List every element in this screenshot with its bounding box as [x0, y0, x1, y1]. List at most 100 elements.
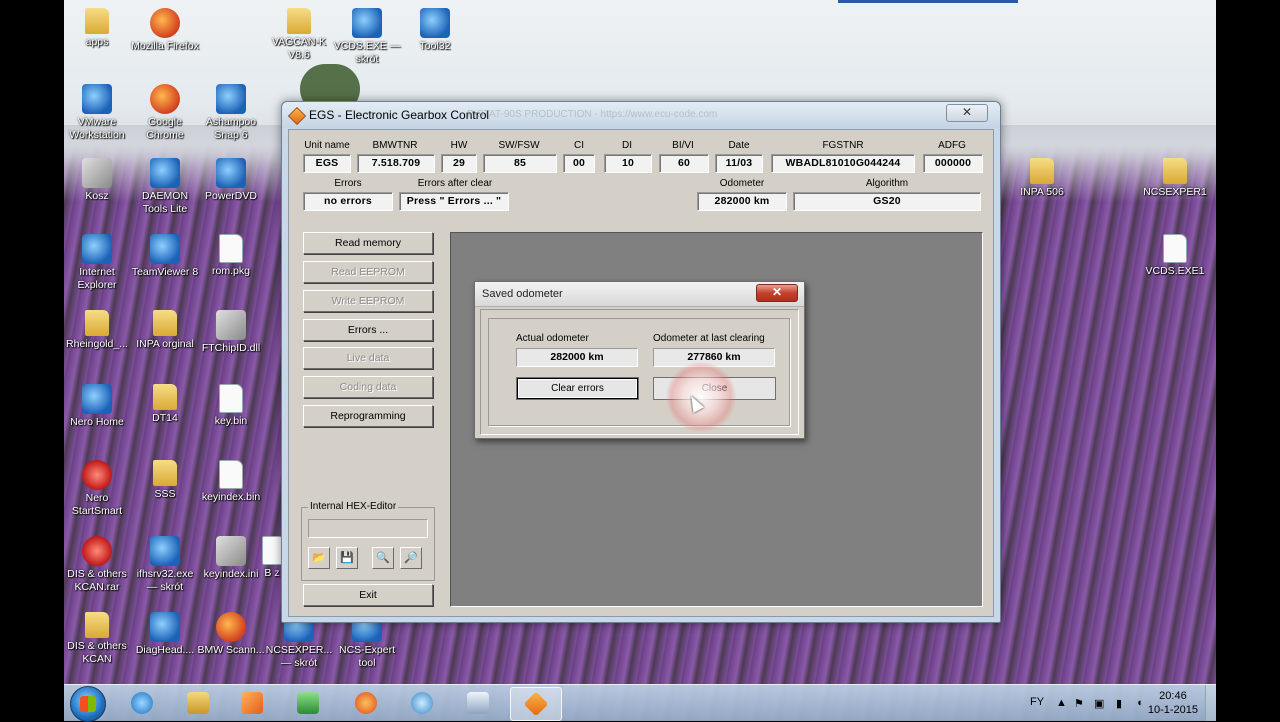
file-icon	[219, 460, 243, 489]
dialog-title: Saved odometer	[482, 288, 563, 300]
desktop-icon-label: NCSEXPER... — skrót	[265, 644, 333, 669]
desktop-icon[interactable]: Kosz	[62, 158, 132, 203]
taskbar-network[interactable]	[400, 687, 444, 719]
system-tray: FY ▲ ⚑ ▣ ▮ ◖ 20:46 10-1-2015	[1016, 685, 1216, 721]
desktop-icon[interactable]: Google Chrome	[130, 84, 200, 142]
label-hw: HW	[450, 140, 468, 151]
egs-app-icon	[287, 106, 307, 126]
desktop-icon-label: DIS & others KCAN.rar	[67, 568, 127, 593]
clear-errors-button[interactable]: Clear errors	[516, 377, 639, 400]
errors-button[interactable]: Errors ...	[303, 319, 433, 341]
save-icon[interactable]: 💾	[336, 547, 358, 569]
desktop-icon[interactable]: FTChipID.dll	[196, 310, 266, 355]
desktop-icon-label: INPA 506	[1020, 186, 1064, 198]
egs-titlebar[interactable]: EGS - Electronic Gearbox Control P-STAT-…	[282, 102, 1000, 128]
file-icon	[219, 384, 243, 413]
windows-logo-icon	[80, 696, 96, 712]
taskbar-egs[interactable]	[510, 687, 562, 721]
desktop-icon[interactable]: VCDS.EXE — skrót	[332, 8, 402, 66]
desktop-icon[interactable]: Nero Home	[62, 384, 132, 429]
show-desktop-button[interactable]	[1205, 685, 1216, 721]
blue-icon	[82, 384, 112, 414]
desktop-icon[interactable]: apps	[62, 8, 132, 49]
desktop-icon[interactable]: BMW Scann...	[196, 612, 266, 657]
desktop-icon[interactable]: B z	[262, 536, 286, 580]
desktop-icon[interactable]: VAGCAN-K V8.6	[264, 8, 334, 62]
live-data-button[interactable]: Live data	[303, 347, 433, 369]
desktop-icon[interactable]: VMware Workstation	[62, 84, 132, 142]
desktop-icon-label: apps	[85, 36, 109, 48]
dialog-body: Actual odometer 282000 km Odometer at la…	[480, 309, 799, 435]
desktop-icon[interactable]: Nero StartSmart	[62, 460, 132, 518]
desktop-icon[interactable]: Ashampoo Snap 6	[196, 84, 266, 142]
write-eeprom-button[interactable]: Write EEPROM	[303, 290, 433, 312]
language-indicator[interactable]: FY	[1030, 696, 1044, 708]
blue-icon	[420, 8, 450, 38]
desktop-icon[interactable]: TeamViewer 8	[130, 234, 200, 279]
exit-button[interactable]: Exit	[303, 584, 433, 606]
read-eeprom-button[interactable]: Read EEPROM	[303, 261, 433, 283]
desktop-icon-label: Google Chrome	[146, 116, 184, 141]
taskbar-internet-explorer[interactable]	[120, 687, 164, 719]
red-icon	[82, 536, 112, 566]
desktop-icon[interactable]: Rheingold_...	[62, 310, 132, 351]
letterbox-right	[1216, 0, 1280, 720]
desktop-icon[interactable]: ifhsrv32.exe — skrót	[130, 536, 200, 594]
last-clearing-label: Odometer at last clearing	[653, 333, 765, 344]
dialog-titlebar[interactable]: Saved odometer ✕	[475, 282, 804, 307]
clock[interactable]: 20:46 10-1-2015	[1148, 689, 1198, 717]
taskbar-firefox[interactable]	[344, 687, 388, 719]
desktop-icon[interactable]: NCSEXPER1	[1140, 158, 1210, 199]
coding-data-button[interactable]: Coding data	[303, 376, 433, 398]
desktop-icon[interactable]: VCDS.EXE1	[1140, 234, 1210, 278]
open-folder-icon[interactable]: 📂	[308, 547, 330, 569]
field-date: 11/03	[715, 154, 763, 173]
label-errors: Errors	[334, 178, 362, 189]
taskbar-keyboard[interactable]	[456, 687, 500, 719]
desktop-icon[interactable]: key.bin	[196, 384, 266, 428]
folder-icon	[153, 310, 177, 336]
desktop-icon[interactable]: keyindex.ini	[196, 536, 266, 581]
desktop-icon[interactable]: DT14	[130, 384, 200, 425]
volume-icon[interactable]: ◖	[1136, 697, 1143, 709]
desktop-icon[interactable]: DIS & others KCAN.rar	[62, 536, 132, 594]
desktop-icon[interactable]: keyindex.bin	[196, 460, 266, 504]
reprogramming-button[interactable]: Reprogramming	[303, 405, 433, 427]
red-icon	[82, 460, 112, 490]
blue-icon	[150, 234, 180, 264]
read-memory-button[interactable]: Read memory	[303, 232, 433, 254]
desktop-icon[interactable]: Mozilla Firefox	[130, 8, 200, 53]
dialog-close-icon[interactable]: ✕	[756, 284, 798, 302]
desktop-icon[interactable]: rom.pkg	[196, 234, 266, 278]
tray-expand-icon[interactable]: ▲	[1056, 697, 1067, 709]
taskbar-explorer[interactable]	[176, 687, 220, 719]
find-next-icon[interactable]: 🔎	[400, 547, 422, 569]
egs-close-button[interactable]: ✕	[946, 104, 988, 122]
taskbar-media-player[interactable]	[230, 687, 274, 719]
binoculars-icon[interactable]: 🔍	[372, 547, 394, 569]
network-signal-icon[interactable]: ▮	[1116, 697, 1122, 710]
taskbar: FY ▲ ⚑ ▣ ▮ ◖ 20:46 10-1-2015	[64, 684, 1216, 722]
folder-icon	[85, 310, 109, 336]
desktop-icon[interactable]: INPA orginal	[130, 310, 200, 351]
desktop-icon[interactable]: DiagHead....	[130, 612, 200, 657]
desktop-icon[interactable]: Tool32	[400, 8, 470, 53]
gray-icon	[216, 310, 246, 340]
desktop-icon[interactable]: DIS & others KCAN	[62, 612, 132, 666]
blue-icon	[216, 158, 246, 188]
tray-flag-icon[interactable]: ⚑	[1074, 697, 1084, 710]
desktop-icon[interactable]: SSS	[130, 460, 200, 501]
start-button[interactable]	[70, 686, 106, 722]
desktop-icon[interactable]: Internet Explorer	[62, 234, 132, 292]
desktop-icon[interactable]: PowerDVD	[196, 158, 266, 203]
hex-editor-input[interactable]	[308, 519, 428, 538]
tray-device-icon[interactable]: ▣	[1094, 697, 1104, 710]
desktop-icon[interactable]: INPA 506	[1007, 158, 1077, 199]
field-adfg: 000000	[923, 154, 983, 173]
gray-icon	[216, 536, 246, 566]
taskbar-task-manager[interactable]	[286, 687, 330, 719]
folder-icon	[287, 8, 311, 34]
network-globe-icon	[411, 692, 433, 714]
field-fgstnr: WBADL81010G044244	[771, 154, 915, 173]
desktop-icon[interactable]: DAEMON Tools Lite	[130, 158, 200, 216]
